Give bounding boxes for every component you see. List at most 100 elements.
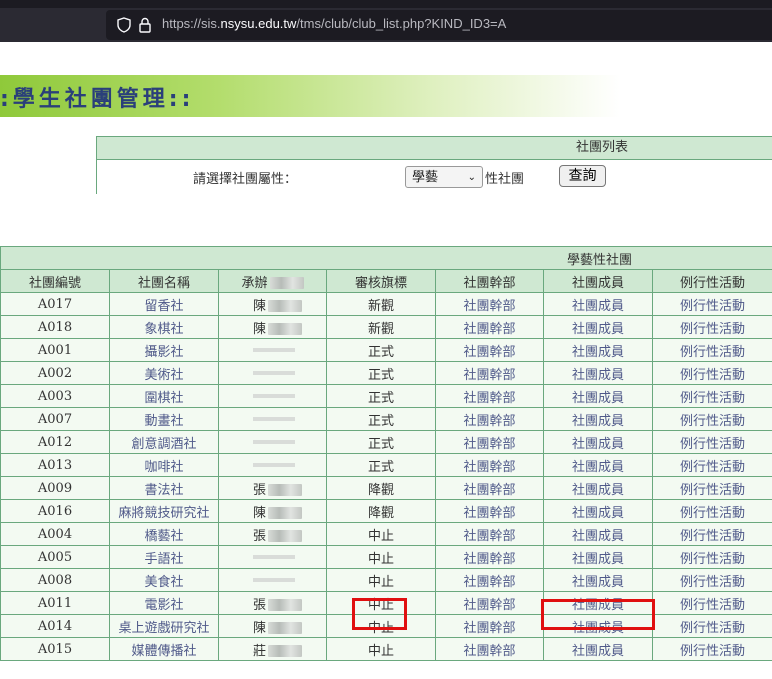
club-cadre-link[interactable]: 社團幹部 [435,315,544,339]
club-leader-cell: 張 [218,476,327,500]
club-cadre-link[interactable]: 社團幹部 [435,407,544,431]
club-activity-link[interactable]: 例行性活動 [651,522,772,546]
table-row: A007 動畫社 正式 社團幹部 社團成員 例行性活動 [0,407,772,431]
club-members-link[interactable]: 社團成員 [543,338,653,362]
club-activity-link[interactable]: 例行性活動 [651,292,772,316]
leader-surname: 陳 [253,321,267,337]
club-activity-link[interactable]: 例行性活動 [651,499,772,523]
col-header-cadre: 社團幹部 [435,269,544,293]
table-row: A015 媒體傳播社 莊 中止 社團幹部 社團成員 例行性活動 [0,637,772,661]
club-members-link[interactable]: 社團成員 [543,637,653,661]
club-id-cell: A014 [0,614,110,638]
club-name-link[interactable]: 咖啡社 [109,453,219,477]
club-cadre-link[interactable]: 社團幹部 [435,361,544,385]
club-members-link[interactable]: 社團成員 [543,522,653,546]
club-type-label: 請選擇社團屬性： [193,172,298,187]
club-name-link[interactable]: 橋藝社 [109,522,219,546]
club-cadre-link[interactable]: 社團幹部 [435,338,544,362]
club-name-link[interactable]: 媒體傳播社 [109,637,219,661]
redacted-block [268,645,303,657]
club-cadre-link[interactable]: 社團幹部 [435,453,544,477]
address-bar[interactable]: https://sis.nsysu.edu.tw/tms/club/club_l… [106,10,772,40]
club-cadre-link[interactable]: 社團幹部 [435,499,544,523]
club-members-link[interactable]: 社團成員 [543,545,653,569]
redacted-block [268,507,303,519]
club-activity-link[interactable]: 例行性活動 [651,453,772,477]
club-activity-link[interactable]: 例行性活動 [651,568,772,592]
club-id-cell: A002 [0,361,110,385]
club-type-select[interactable]: 學藝 ⌄ [405,166,483,188]
club-name-link[interactable]: 動畫社 [109,407,219,431]
club-activity-link[interactable]: 例行性活動 [651,637,772,661]
browser-tab-strip [0,0,772,8]
club-name-link[interactable]: 手語社 [109,545,219,569]
club-leader-cell: 陳 [218,292,327,316]
club-leader-cell: 陳 [218,499,327,523]
query-button[interactable]: 查詢 [559,165,606,187]
club-members-link[interactable]: 社團成員 [543,499,653,523]
club-cadre-link[interactable]: 社團幹部 [435,476,544,500]
club-id-cell: A013 [0,453,110,477]
club-cadre-link[interactable]: 社團幹部 [435,591,544,615]
club-cadre-link[interactable]: 社團幹部 [435,384,544,408]
club-cadre-link[interactable]: 社團幹部 [435,430,544,454]
club-name-link[interactable]: 電影社 [109,591,219,615]
club-activity-link[interactable]: 例行性活動 [651,476,772,500]
club-name-link[interactable]: 留香社 [109,292,219,316]
club-activity-link[interactable]: 例行性活動 [651,591,772,615]
leader-surname: 陳 [253,298,267,314]
club-cadre-link[interactable]: 社團幹部 [435,614,544,638]
redacted-block [268,530,303,542]
club-cadre-link[interactable]: 社團幹部 [435,637,544,661]
club-members-link[interactable]: 社團成員 [543,315,653,339]
club-activity-link[interactable]: 例行性活動 [651,361,772,385]
club-leader-cell [218,430,327,454]
club-name-link[interactable]: 書法社 [109,476,219,500]
club-cadre-link[interactable]: 社團幹部 [435,568,544,592]
review-flag-cell: 新觀 [326,315,436,339]
club-cadre-link[interactable]: 社團幹部 [435,545,544,569]
club-name-link[interactable]: 桌上遊戲研究社 [109,614,219,638]
club-activity-link[interactable]: 例行性活動 [651,545,772,569]
club-name-link[interactable]: 圍棋社 [109,384,219,408]
club-activity-link[interactable]: 例行性活動 [651,315,772,339]
table-row: A013 咖啡社 正式 社團幹部 社團成員 例行性活動 [0,453,772,477]
club-activity-link[interactable]: 例行性活動 [651,384,772,408]
club-id-cell: A018 [0,315,110,339]
redacted-block [253,371,295,375]
club-members-link[interactable]: 社團成員 [543,407,653,431]
redacted-block [253,555,295,559]
club-activity-link[interactable]: 例行性活動 [651,430,772,454]
col-header-flag: 審核旗標 [326,269,436,293]
club-name-link[interactable]: 美食社 [109,568,219,592]
redacted-block [268,323,303,335]
url-text: https://sis.nsysu.edu.tw/tms/club/club_l… [162,16,507,31]
club-id-cell: A001 [0,338,110,362]
club-activity-link[interactable]: 例行性活動 [651,614,772,638]
club-name-link[interactable]: 美術社 [109,361,219,385]
review-flag-cell: 中止 [326,522,436,546]
club-name-link[interactable]: 創意調酒社 [109,430,219,454]
lock-icon[interactable] [138,17,152,33]
club-activity-link[interactable]: 例行性活動 [651,338,772,362]
club-members-link[interactable]: 社團成員 [543,453,653,477]
table-title: 學藝性社團 [567,252,633,268]
club-members-link[interactable]: 社團成員 [543,361,653,385]
club-leader-cell [218,453,327,477]
club-name-link[interactable]: 麻將競技研究社 [109,499,219,523]
club-activity-link[interactable]: 例行性活動 [651,407,772,431]
club-name-link[interactable]: 攝影社 [109,338,219,362]
club-members-link[interactable]: 社團成員 [543,568,653,592]
redacted-block [253,417,295,421]
club-name-link[interactable]: 象棋社 [109,315,219,339]
club-members-link[interactable]: 社團成員 [543,292,653,316]
club-cadre-link[interactable]: 社團幹部 [435,522,544,546]
club-members-link[interactable]: 社團成員 [543,384,653,408]
club-cadre-link[interactable]: 社團幹部 [435,292,544,316]
table-row: A009 書法社 張 降觀 社團幹部 社團成員 例行性活動 [0,476,772,500]
club-members-link[interactable]: 社團成員 [543,476,653,500]
club-members-link[interactable]: 社團成員 [543,430,653,454]
tracking-shield-icon[interactable] [116,17,132,33]
redacted-block [253,348,295,352]
table-row: A017 留香社 陳 新觀 社團幹部 社團成員 例行性活動 [0,292,772,316]
